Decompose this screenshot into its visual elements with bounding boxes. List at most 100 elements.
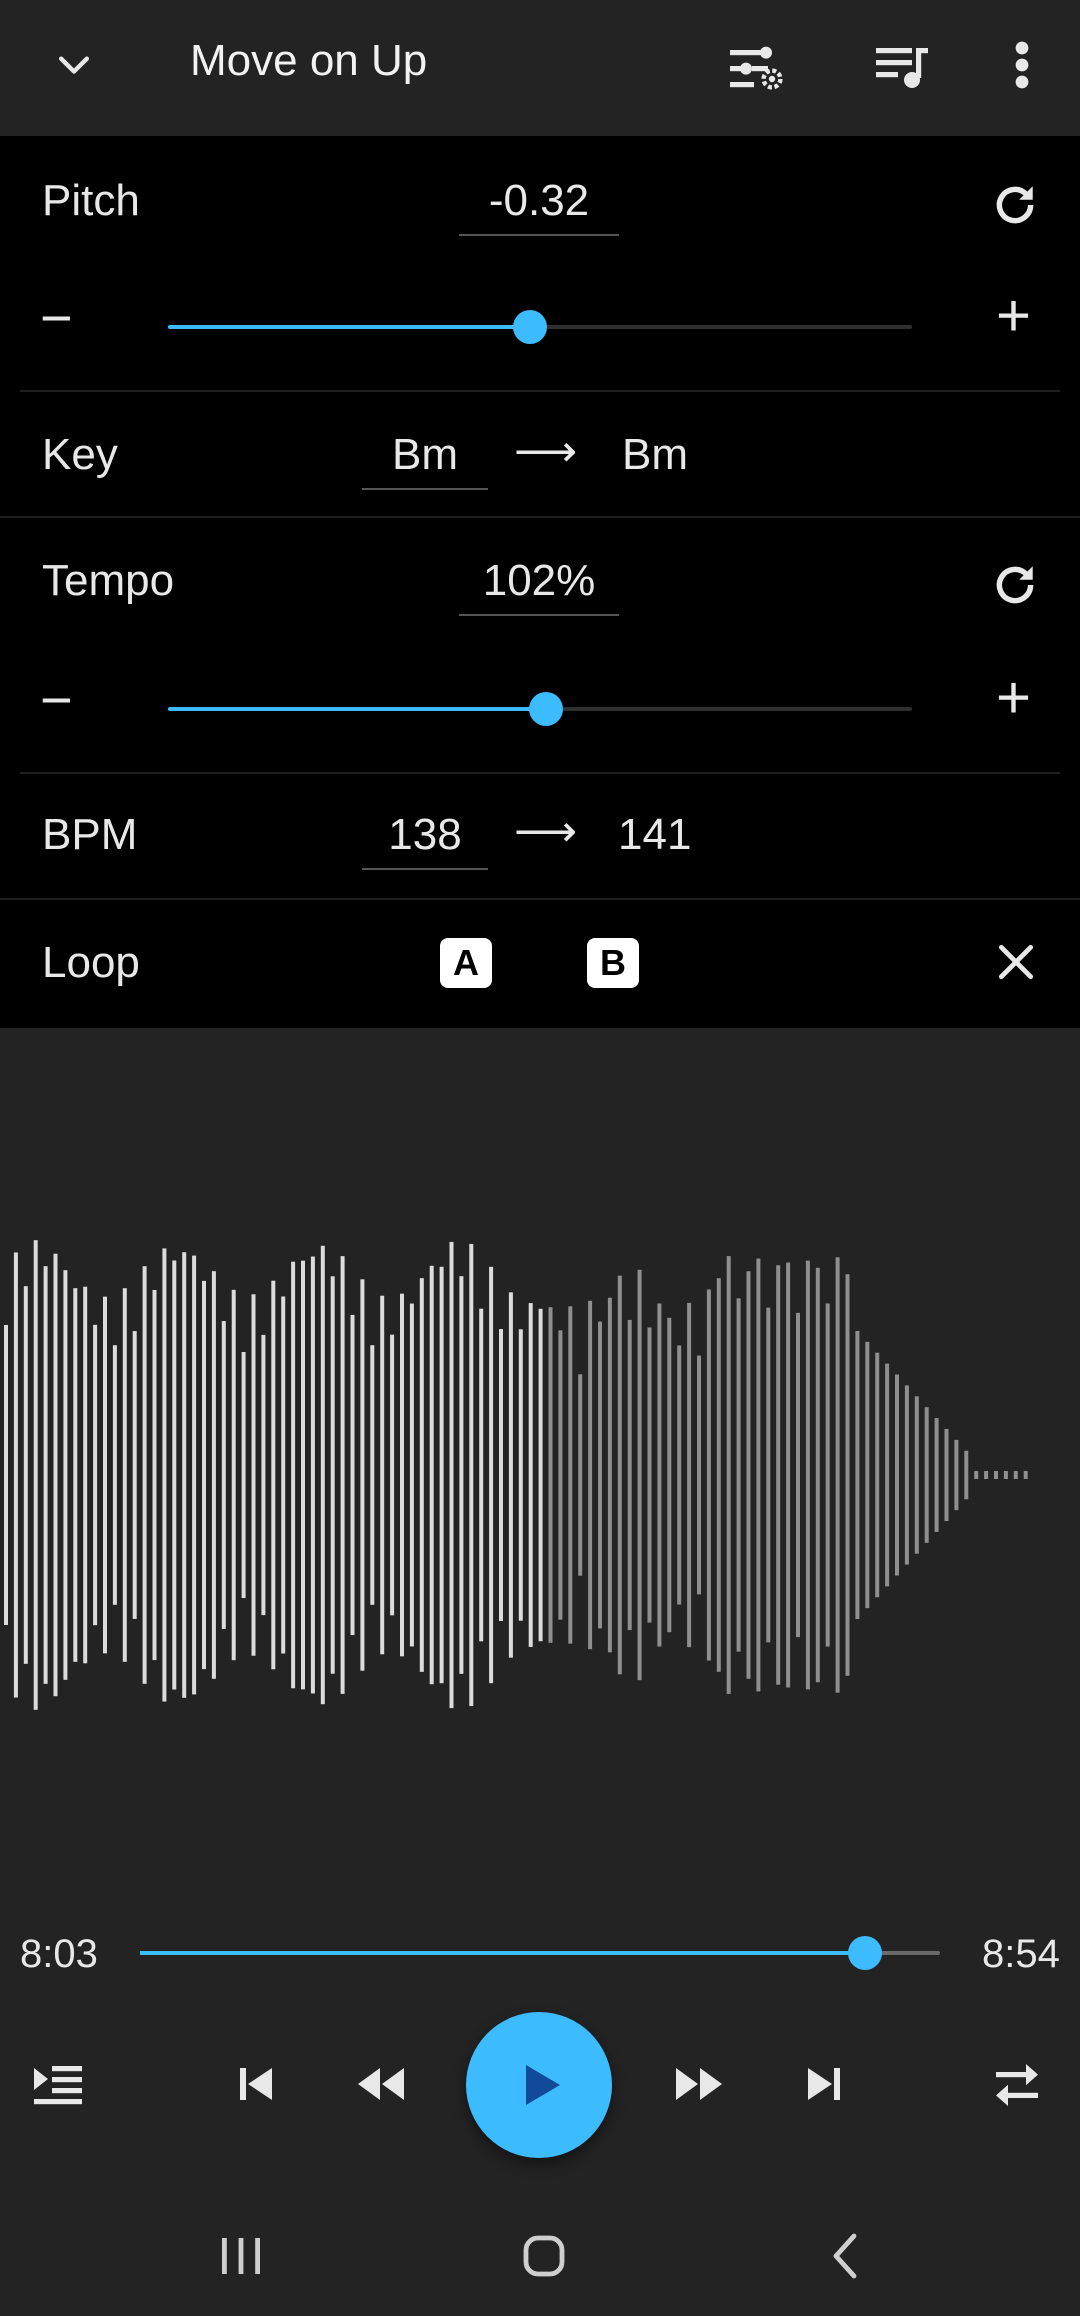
- tempo-increase-button[interactable]: +: [996, 668, 1031, 728]
- more-vert-icon[interactable]: [1010, 40, 1034, 90]
- tempo-label: Tempo: [42, 556, 175, 605]
- back-icon[interactable]: [830, 2232, 860, 2280]
- loop-b-button[interactable]: B: [587, 938, 639, 988]
- waveform-bar: [855, 1330, 860, 1620]
- key-arrow-icon: ⟶: [514, 427, 578, 476]
- waveform-bar: [192, 1255, 197, 1695]
- waveform-bar: [301, 1260, 305, 1690]
- equalizer-settings-icon[interactable]: [726, 40, 786, 96]
- tempo-value-field[interactable]: 102%: [459, 556, 619, 616]
- waveform-display[interactable]: [0, 1030, 1080, 1900]
- pitch-label: Pitch: [42, 176, 140, 225]
- waveform-bar: [647, 1327, 652, 1623]
- waveform-bar: [93, 1324, 98, 1626]
- chevron-down-icon[interactable]: [52, 44, 96, 88]
- queue-icon[interactable]: [32, 2062, 84, 2108]
- waveform-bar: [667, 1317, 672, 1633]
- bpm-label: BPM: [42, 810, 138, 859]
- waveform-bar: [211, 1271, 216, 1679]
- waveform-bar: [904, 1385, 909, 1565]
- pitch-decrease-button[interactable]: −: [40, 288, 73, 348]
- waveform-bar: [479, 1308, 484, 1642]
- waveform-bar: [83, 1286, 88, 1664]
- close-loop-icon[interactable]: [994, 940, 1038, 984]
- pitch-slider[interactable]: [168, 310, 912, 344]
- tempo-slider-thumb[interactable]: [528, 692, 563, 726]
- waveform-bar: [627, 1319, 632, 1631]
- waveform-bar: [637, 1269, 642, 1681]
- waveform-bar: [360, 1279, 365, 1671]
- waveform-bar: [261, 1334, 266, 1616]
- rewind-icon[interactable]: [354, 2064, 406, 2104]
- loop-a-button[interactable]: A: [440, 938, 492, 988]
- tempo-slider[interactable]: [168, 692, 912, 726]
- waveform-bar: [231, 1289, 236, 1661]
- skip-next-icon[interactable]: [804, 2064, 844, 2104]
- pitch-increase-button[interactable]: +: [996, 286, 1031, 346]
- waveform-bar: [33, 1240, 38, 1710]
- waveform-bar: [449, 1241, 454, 1709]
- waveform-bar: [875, 1352, 880, 1598]
- waveform-bar: [1003, 1471, 1008, 1479]
- waveform-bar: [310, 1256, 315, 1694]
- bpm-from-field[interactable]: 138: [362, 810, 488, 870]
- waveform-bar: [63, 1270, 68, 1680]
- key-from-field[interactable]: Bm: [362, 430, 488, 490]
- waveform-bar: [162, 1248, 167, 1702]
- pitch-slider-fill: [168, 325, 530, 329]
- waveform-bar: [677, 1345, 682, 1605]
- waveform-bar: [4, 1325, 8, 1625]
- home-icon[interactable]: [522, 2234, 566, 2278]
- waveform-bar: [964, 1450, 969, 1500]
- waveform-bar: [726, 1256, 731, 1694]
- waveform-bar: [994, 1471, 998, 1479]
- waveform-bar: [914, 1396, 919, 1554]
- waveform-bar: [489, 1266, 494, 1684]
- waveform-bar: [548, 1307, 553, 1643]
- page-title: Move on Up: [190, 36, 428, 85]
- waveform-bar: [320, 1245, 325, 1705]
- total-time: 8:54: [982, 1932, 1060, 1976]
- waveform-bar: [172, 1260, 177, 1690]
- seek-bar[interactable]: [140, 1936, 940, 1970]
- waveform-bar: [825, 1303, 830, 1647]
- waveform-bar: [281, 1296, 286, 1654]
- waveform-bar: [409, 1303, 414, 1647]
- bpm-arrow-icon: ⟶: [514, 807, 578, 856]
- recent-apps-icon[interactable]: [218, 2236, 264, 2276]
- waveform-bar: [350, 1314, 355, 1636]
- waveform-bar: [558, 1330, 563, 1620]
- waveform-bar: [845, 1274, 850, 1676]
- play-button[interactable]: [466, 2012, 612, 2158]
- waveform-bar: [924, 1407, 929, 1543]
- skip-previous-icon[interactable]: [236, 2064, 276, 2104]
- waveform-bar: [182, 1252, 187, 1698]
- waveform-bar: [241, 1351, 246, 1599]
- repeat-mode-icon[interactable]: [994, 2062, 1040, 2108]
- waveform-bar: [598, 1321, 602, 1629]
- tempo-reset-icon[interactable]: [990, 560, 1040, 610]
- divider: [0, 516, 1080, 518]
- waveform-bar: [617, 1275, 622, 1675]
- tempo-decrease-button[interactable]: −: [40, 670, 73, 730]
- play-icon: [522, 2062, 562, 2108]
- seek-bar-thumb[interactable]: [847, 1936, 882, 1970]
- pitch-slider-thumb[interactable]: [512, 310, 547, 344]
- waveform-bar: [588, 1300, 593, 1650]
- waveform-bar: [984, 1471, 989, 1479]
- waveform-bar: [469, 1243, 474, 1707]
- playlist-icon[interactable]: [874, 42, 930, 92]
- pitch-reset-icon[interactable]: [990, 180, 1040, 230]
- waveform-bar: [776, 1265, 781, 1685]
- fast-forward-icon[interactable]: [674, 2064, 726, 2104]
- waveform-bar: [132, 1331, 137, 1619]
- divider: [0, 898, 1080, 900]
- loop-label: Loop: [42, 938, 140, 987]
- waveform-bar: [13, 1252, 18, 1698]
- waveform-bar: [370, 1345, 375, 1605]
- waveform-bar: [508, 1292, 513, 1658]
- pitch-value-field[interactable]: -0.32: [459, 176, 619, 236]
- waveform-bar: [53, 1253, 58, 1697]
- waveform-bar: [429, 1265, 434, 1685]
- waveform-bar: [142, 1266, 147, 1684]
